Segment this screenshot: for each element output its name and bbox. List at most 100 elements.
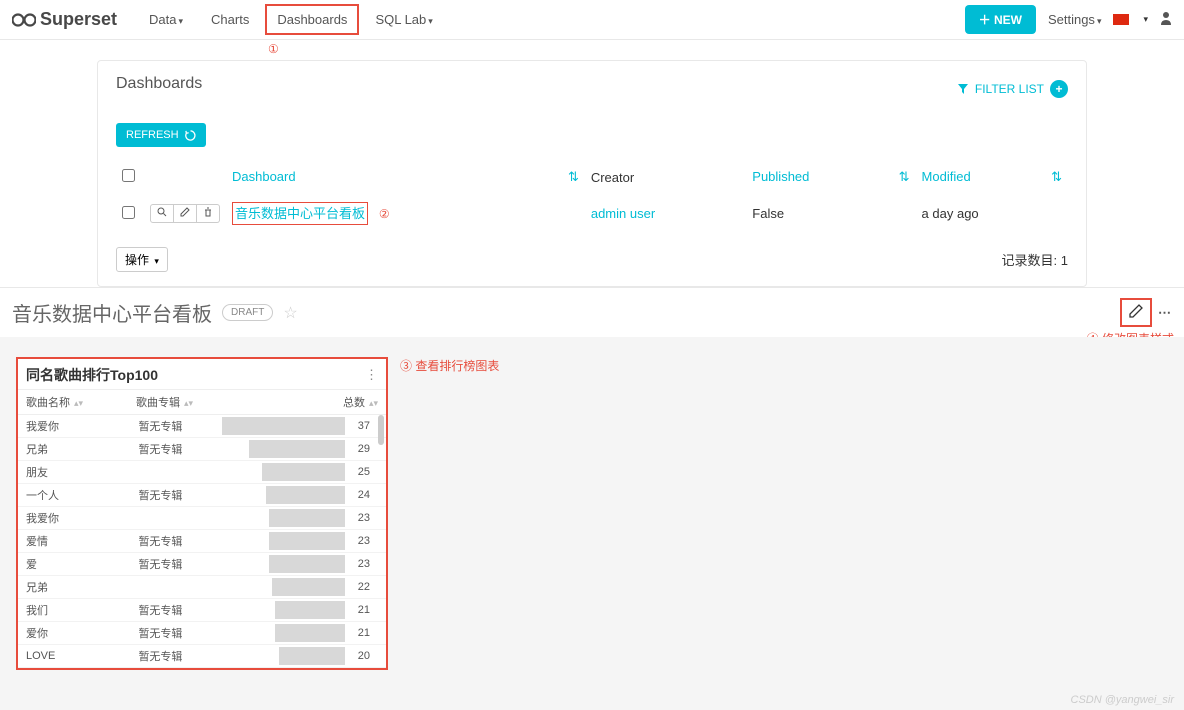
bar-cell	[222, 599, 345, 622]
ranking-row: 一个人暂无专辑 24	[18, 484, 386, 507]
album-cell: 暂无专辑	[130, 438, 222, 461]
favorite-star-icon[interactable]: ☆	[283, 303, 297, 323]
watermark: CSDN @yangwei_sir	[1071, 694, 1174, 706]
nav-right: ＋ NEW Settings▾ ▾	[965, 5, 1172, 34]
select-all-checkbox[interactable]	[122, 169, 135, 182]
table-row: 音乐数据中心平台看板 ② admin user False a day ago	[116, 194, 1068, 234]
song-name-cell: 我爱你	[18, 507, 130, 530]
chart-card: 同名歌曲排行Top100 ⋮ 歌曲名称▴▾ 歌曲专辑▴▾ 总数▴▾ 我爱你暂无专…	[16, 357, 388, 670]
bar-cell	[222, 645, 345, 668]
count-cell: 23	[345, 530, 386, 553]
bar-cell	[222, 622, 345, 645]
delete-icon[interactable]	[197, 204, 220, 223]
song-name-cell: 朋友	[18, 461, 130, 484]
bar-cell	[222, 553, 345, 576]
ranking-row: 爱暂无专辑23	[18, 553, 386, 576]
count-cell: 20	[345, 645, 386, 668]
album-cell: 暂无专辑	[130, 530, 222, 553]
ranking-row: 兄弟 22	[18, 576, 386, 599]
album-cell: 暂无专辑	[130, 622, 222, 645]
annotation-1: ①	[268, 42, 279, 56]
count-cell: 21	[345, 599, 386, 622]
album-cell: 暂无专辑	[130, 484, 222, 507]
nav-dashboards[interactable]: Dashboards	[265, 4, 359, 35]
language-flag[interactable]	[1113, 14, 1129, 25]
song-name-cell: 爱你	[18, 622, 130, 645]
add-filter-button[interactable]: +	[1050, 80, 1068, 98]
dashboards-panel: Dashboards FILTER LIST + REFRESH Dashboa…	[97, 60, 1087, 287]
ranking-table: 歌曲名称▴▾ 歌曲专辑▴▾ 总数▴▾	[18, 389, 386, 415]
song-name-cell: 一个人	[18, 484, 130, 507]
count-cell: 25	[345, 461, 386, 484]
brand-text: Superset	[40, 9, 117, 30]
bar-cell	[222, 507, 345, 530]
annotation-3: ③ 查看排行榜图表	[400, 357, 499, 374]
col-creator: Creator	[585, 161, 746, 194]
nav-sqllab[interactable]: SQL Lab▾	[363, 4, 444, 35]
nav-data[interactable]: Data▾	[137, 4, 195, 35]
ranking-row: 我爱你 23	[18, 507, 386, 530]
edit-dashboard-icon[interactable]	[1128, 307, 1144, 322]
bar-cell	[222, 415, 345, 438]
count-cell: 23	[345, 507, 386, 530]
dashboard-title: 音乐数据中心平台看板	[12, 298, 212, 327]
view-icon[interactable]	[150, 204, 174, 223]
scrollbar[interactable]	[378, 415, 384, 445]
logo[interactable]: Superset	[12, 9, 117, 30]
song-name-cell: 兄弟	[18, 576, 130, 599]
ranking-row: 朋友 25	[18, 461, 386, 484]
col-count[interactable]: 总数▴▾	[218, 390, 386, 415]
more-menu-icon[interactable]: ⋯	[1158, 305, 1172, 321]
creator-link[interactable]: admin user	[591, 206, 655, 221]
dashboard-view: 音乐数据中心平台看板 DRAFT ☆ ⋯ ④ 修改图表样式 ③ 查看排行榜图表 …	[0, 287, 1184, 710]
album-cell: 暂无专辑	[130, 415, 222, 438]
count-cell: 24	[345, 484, 386, 507]
user-icon[interactable]	[1160, 11, 1172, 28]
nav-charts[interactable]: Charts	[199, 4, 261, 35]
count-cell: 23	[345, 553, 386, 576]
superset-logo-icon	[12, 12, 36, 28]
nav-items: Data▾ Charts Dashboards SQL Lab▾	[137, 4, 445, 35]
chart-title: 同名歌曲排行Top100	[26, 365, 158, 385]
bar-cell	[222, 576, 345, 599]
ranking-row: 我们暂无专辑 21	[18, 599, 386, 622]
dashboard-link[interactable]: 音乐数据中心平台看板	[235, 203, 365, 224]
chart-menu-icon[interactable]: ⋮	[365, 367, 378, 383]
filter-icon	[957, 83, 969, 95]
song-name-cell: 我爱你	[18, 415, 130, 438]
col-song-name[interactable]: 歌曲名称▴▾	[18, 390, 128, 415]
refresh-button[interactable]: REFRESH	[116, 123, 206, 147]
ranking-row: 兄弟暂无专辑29	[18, 438, 386, 461]
bar-cell	[222, 461, 345, 484]
album-cell: 暂无专辑	[130, 645, 222, 668]
language-caret[interactable]: ▾	[1143, 14, 1148, 25]
bar-cell	[222, 484, 345, 507]
dashboard-header: 音乐数据中心平台看板 DRAFT ☆ ⋯ ④ 修改图表样式	[0, 288, 1184, 337]
annotation-2: ②	[379, 207, 390, 221]
song-name-cell: 我们	[18, 599, 130, 622]
col-modified[interactable]: Modified⇅	[916, 161, 1068, 194]
ranking-row: 爱情暂无专辑 23	[18, 530, 386, 553]
published-cell: False	[746, 194, 915, 234]
bar-cell	[222, 530, 345, 553]
dashboards-table: Dashboard⇅ Creator Published⇅ Modified⇅	[116, 161, 1068, 233]
filter-list[interactable]: FILTER LIST +	[957, 80, 1068, 98]
draft-badge: DRAFT	[222, 304, 273, 321]
album-cell: 暂无专辑	[130, 599, 222, 622]
count-cell: 21	[345, 622, 386, 645]
col-dashboard[interactable]: Dashboard⇅	[226, 161, 585, 194]
panel-title: Dashboards	[116, 75, 202, 93]
count-cell: 22	[345, 576, 386, 599]
bulk-action-button[interactable]: 操作 ▾	[116, 247, 168, 272]
record-count: 记录数目: 1	[1002, 250, 1068, 269]
song-name-cell: 爱情	[18, 530, 130, 553]
settings-menu[interactable]: Settings▾	[1048, 12, 1102, 27]
col-published[interactable]: Published⇅	[746, 161, 915, 194]
ranking-row: LOVE暂无专辑20	[18, 645, 386, 668]
song-name-cell: 爱	[18, 553, 130, 576]
edit-icon[interactable]	[174, 204, 197, 223]
col-album[interactable]: 歌曲专辑▴▾	[128, 390, 218, 415]
album-cell	[130, 461, 222, 484]
row-checkbox[interactable]	[122, 206, 135, 219]
new-button[interactable]: ＋ NEW	[965, 5, 1036, 34]
